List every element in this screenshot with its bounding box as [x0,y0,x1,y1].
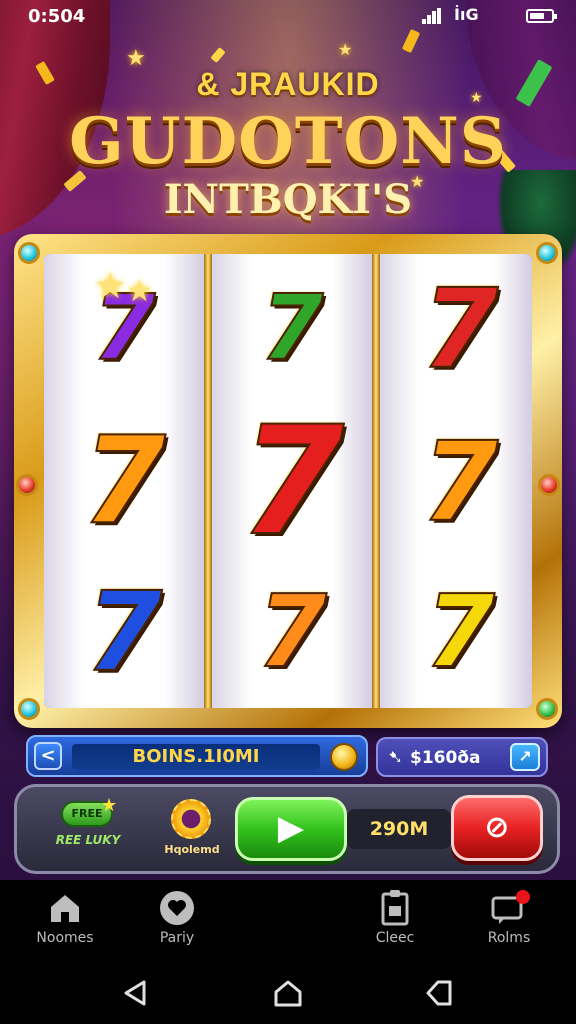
system-navigation [0,964,576,1024]
gem-icon [536,698,558,720]
reload-button[interactable]: Hqolemd [147,797,237,863]
gem-icon [18,242,40,264]
back-arrow-button[interactable]: < [34,742,62,770]
nav-item-rooms[interactable]: Rolms [454,886,564,946]
chat-icon [454,886,564,926]
bonus-bar[interactable]: < BOINS.1I0MI [26,735,368,777]
gem-icon [18,698,40,720]
reel-symbol-seven: 7 [421,265,500,393]
max-bet-button[interactable]: ⊘ [451,795,543,861]
free-spin-button[interactable]: FREE ★ REE LUKY [47,795,129,863]
reload-label: Hqolemd [164,843,220,856]
play-icon: ▶ [277,808,305,848]
recent-apps-button[interactable] [420,978,460,1008]
confetti-piece [210,47,226,63]
reel-symbol-seven: 7 [424,573,496,690]
reel-window: 777777777 ★ ★ [44,254,532,708]
reel-symbol-seven: 7 [256,573,328,690]
nav-item-cleec[interactable]: Cleec [340,886,450,946]
clipboard-icon [340,886,450,926]
network-indicator: İıG [454,5,479,24]
star-icon: ★ [126,274,153,309]
nav-item-party[interactable]: Pariy [122,886,232,946]
game-title-sub: INTBQKI'S [163,176,413,223]
home-icon [10,886,120,926]
star-icon: ★ [94,266,127,307]
coin-icon [330,743,358,771]
heart-icon [122,886,232,926]
slot-machine: 777777777 ★ ★ [14,234,562,728]
home-button[interactable] [268,978,308,1008]
sun-badge-icon [171,799,211,839]
star-icon: ★ [338,40,353,59]
reel-symbol-seven: 7 [239,395,345,569]
status-time: 0:504 [28,6,86,27]
reel-divider [204,254,212,708]
status-bar: 0:504 İıG [0,0,576,34]
gem-icon [16,474,38,496]
reel-symbol-seven: 7 [421,418,500,546]
megaphone-icon: ⊘ [484,810,510,845]
bonus-text: BOINS.1I0MI [72,744,320,770]
battery-icon [526,9,557,23]
signal-icon [422,8,442,24]
star-icon: ★ [101,795,118,816]
free-spin-label: REE LUKY [55,833,121,847]
reel-divider [372,254,380,708]
expand-button[interactable]: ↗ [510,743,540,771]
game-background: ★ ★ ★ ★ & JRAUKID GUDOTONS INTBQKI'S 777… [0,0,576,880]
game-subtitle-top: & JRAUKID [196,66,380,102]
nav-label-cleec: Cleec [375,930,415,946]
bet-amount: 290M [347,809,451,849]
nav-label-party: Pariy [159,930,195,946]
game-title: GUDOTONS [69,104,507,179]
gem-icon [536,242,558,264]
win-display: ➷ $160ða ↗ [376,737,548,777]
bottom-navigation: Noomes Pariy Cleec Rolms [0,880,576,964]
win-amount: $160ða [410,748,481,768]
nav-item-home[interactable]: Noomes [10,886,120,946]
reel-symbol-seven: 7 [85,568,164,696]
arrow-down-icon: ➷ [388,747,404,768]
nav-label-rooms: Rolms [487,930,531,946]
reel-symbol-seven: 7 [81,412,167,551]
reel-symbol-seven: 7 [260,276,325,381]
back-button[interactable] [116,978,156,1008]
gem-icon [538,474,560,496]
nav-label-home: Noomes [36,930,94,946]
spin-button[interactable]: ▶ [235,797,347,861]
control-panel: FREE ★ REE LUKY Hqolemd ▶ 290M ⊘ [14,784,560,874]
